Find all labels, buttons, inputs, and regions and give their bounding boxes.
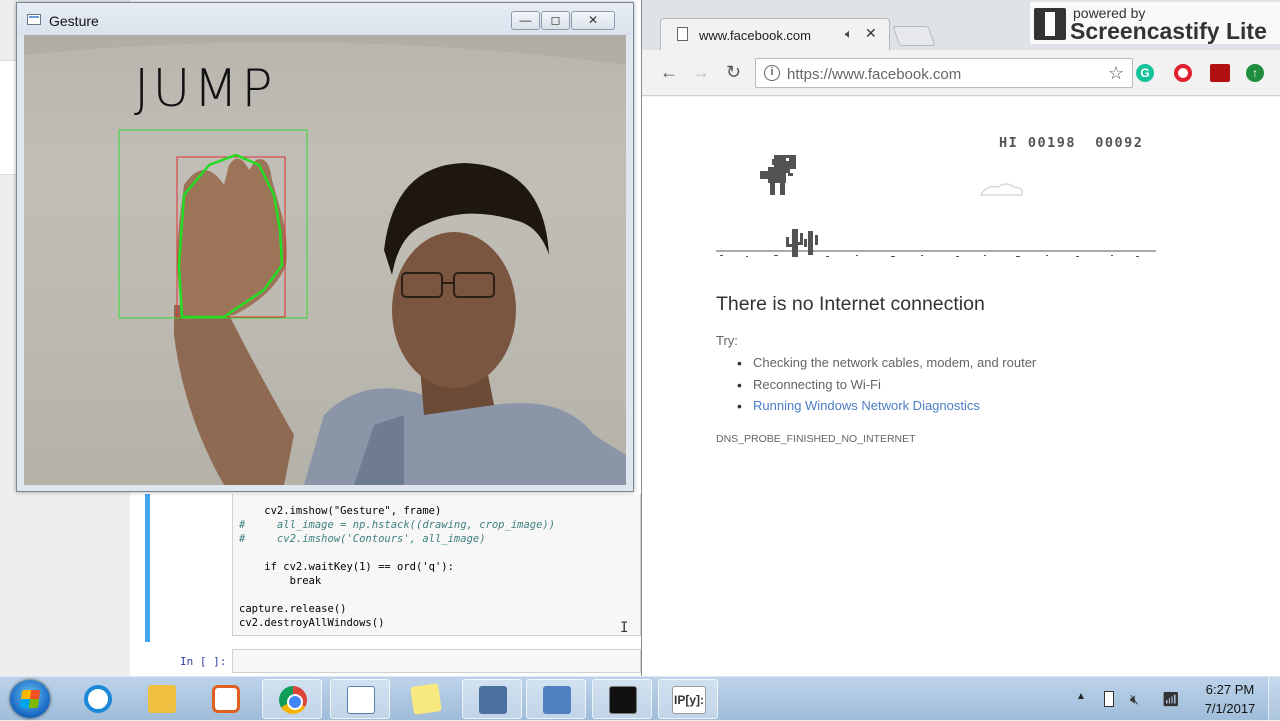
start-button[interactable] [10,680,50,718]
code-line: break [239,575,322,587]
watermark-brand: Screencastify Lite [1070,18,1267,44]
maximize-button[interactable]: ◻ [541,11,570,30]
page-icon [677,27,688,41]
suggestion-item: Reconnecting to Wi-Fi [737,377,881,393]
ipython-button[interactable]: IP[y]: [658,679,718,719]
dino-game[interactable] [716,137,1156,262]
window-icon [27,14,41,25]
windows-explorer-button[interactable] [132,679,192,719]
wordpad-icon [347,686,375,714]
code-line: # cv2.imshow('Contours', all_image) [239,533,486,545]
new-tab-button[interactable] [892,26,936,46]
browser-tab[interactable]: www.facebook.com 🔈︎ ✕ [660,18,890,50]
arm [174,305,294,485]
opera-extension-icon[interactable] [1174,64,1192,82]
internet-explorer-button[interactable] [68,679,128,719]
ground-texture [720,255,1139,257]
code-line: # all_image = np.hstack((drawing, crop_i… [239,519,556,531]
error-title: There is no Internet connection [716,293,985,315]
dino-icon [760,155,796,195]
internet-explorer-icon [84,685,112,713]
security-button[interactable] [462,679,522,719]
upload-extension-icon[interactable]: ↑ [1246,64,1264,82]
code-line: cv2.destroyAllWindows() [239,617,385,629]
chrome-taskbar-button[interactable] [262,679,322,719]
try-label: Try: [716,333,738,348]
face [392,232,516,388]
network-icon [543,686,571,714]
close-button[interactable]: ✕ [571,11,615,30]
error-code: DNS_PROBE_FINISHED_NO_INTERNET [716,433,916,445]
system-tray: ▲ 🔇︎ 📶︎ 6:27 PM 7/1/2017 [1070,677,1280,721]
forward-arrow-icon[interactable]: → [692,62,710,83]
audio-icon[interactable]: 🔈︎ [845,26,853,42]
show-desktop-button[interactable] [1268,677,1280,721]
chrome-icon [279,686,307,714]
gesture-window-title: Gesture [49,13,99,29]
grammarly-extension-icon[interactable]: G [1136,64,1154,82]
bookmark-star-icon[interactable]: ☆ [1108,63,1124,84]
ipython-icon: IP[y]: [672,686,706,714]
reload-icon[interactable]: ↻ [726,62,741,83]
battery-icon[interactable] [1104,691,1114,707]
volume-muted-icon[interactable]: 🔇︎ [1130,691,1144,707]
wordpad-button[interactable] [330,679,390,719]
gesture-window[interactable]: Gesture — ◻ ✕ JUMP [16,2,634,492]
screencastify-watermark: powered by Screencastify Lite [1030,2,1280,44]
cactus-icon [786,229,818,257]
empty-code-cell[interactable] [232,649,641,673]
chrome-window[interactable]: www.facebook.com 🔈︎ ✕ ← → ↻ i https://ww… [641,0,1280,676]
screencastify-extension-icon[interactable] [1210,64,1230,82]
terminal-icon [609,686,637,714]
address-bar[interactable]: i https://www.facebook.com ☆ [755,58,1133,88]
code-line: capture.release() [239,603,347,615]
media-player-button[interactable] [196,679,256,719]
cell-input-prompt: In [ ]: [180,655,227,668]
gesture-titlebar[interactable]: Gesture — ◻ ✕ [17,3,633,35]
network-button[interactable] [526,679,586,719]
tab-close-icon[interactable]: ✕ [865,25,877,42]
cloud-icon [979,183,1024,196]
code-line: if cv2.waitKey(1) == ord('q'): [239,561,454,573]
sticky-notes-icon [410,683,442,715]
clock-time[interactable]: 6:27 PM [1200,682,1260,697]
clock-date[interactable]: 7/1/2017 [1197,701,1263,716]
lock-icon [479,686,507,714]
back-arrow-icon[interactable]: ← [660,62,678,83]
media-player-icon [212,685,240,713]
show-hidden-icons-icon[interactable]: ▲ [1076,691,1090,707]
text-cursor-icon: I [620,620,629,636]
gesture-label: JUMP [134,59,276,119]
info-icon[interactable]: i [764,65,780,81]
offline-page: HI 00198 00092 There is no Internet conn… [642,97,1280,676]
browser-toolbar: ← → ↻ i https://www.facebook.com ☆ G ↑ [642,50,1280,96]
command-prompt-button[interactable] [592,679,652,719]
url-text: https://www.facebook.com [787,66,962,83]
network-status-icon[interactable]: 📶︎ [1162,691,1180,707]
code-line: cv2.imshow("Gesture", frame) [239,505,442,517]
sticky-notes-button[interactable] [396,679,456,719]
camera-frame [24,35,626,485]
camera-feed: JUMP [24,35,626,485]
network-diagnostics-link[interactable]: Running Windows Network Diagnostics [737,398,980,414]
tab-title: www.facebook.com [699,28,811,43]
suggestion-item: Checking the network cables, modem, and … [737,355,1036,371]
folder-icon [148,685,176,713]
notebook-side-panel [0,60,16,175]
taskbar: IP[y]: ▲ 🔇︎ 📶︎ 6:27 PM 7/1/2017 [0,676,1280,721]
minimize-button[interactable]: — [511,11,540,30]
film-icon [1034,8,1066,40]
